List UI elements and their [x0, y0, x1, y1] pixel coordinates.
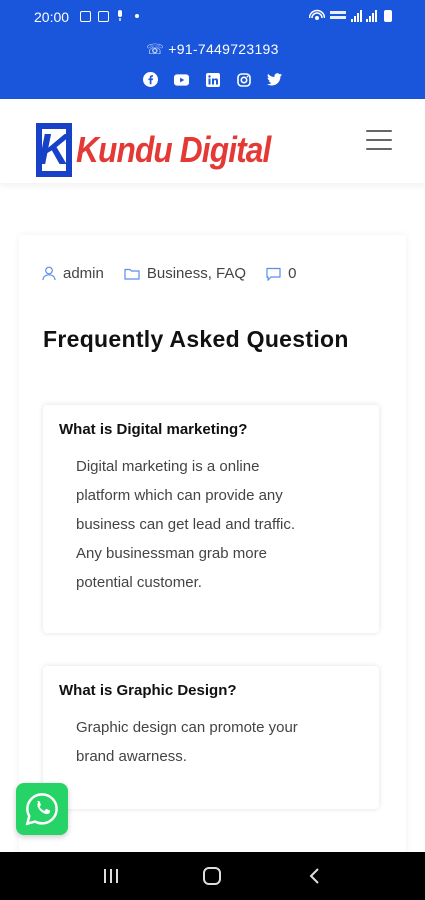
post-meta: admin Business, FAQ 0: [42, 265, 316, 282]
site-header: K Kundu Digital: [0, 99, 425, 183]
faq-answer-line: business can get lead and traffic.: [76, 516, 296, 533]
recent-apps-icon[interactable]: [99, 864, 123, 888]
page-title: Frequently Asked Question: [43, 326, 349, 352]
volte-icon: [330, 11, 346, 19]
home-icon[interactable]: [200, 864, 224, 888]
back-icon[interactable]: [302, 864, 326, 888]
gallery-notification-icon: [98, 10, 109, 22]
faq-answer-line: brand awarness.: [76, 748, 187, 765]
facebook-icon[interactable]: [143, 72, 158, 87]
instagram-icon[interactable]: [236, 72, 251, 87]
hotspot-icon: [309, 9, 325, 20]
signal-icon-2: [366, 10, 377, 22]
faq-question: What is Digital marketing?: [59, 421, 248, 438]
top-bar: 20:00 ☏ +91-7449723193: [0, 0, 425, 99]
post-author-name: admin: [63, 265, 104, 282]
status-bar: 20:00: [0, 0, 425, 34]
mic-icon: [118, 10, 122, 21]
phone-number[interactable]: ☏ +91-7449723193: [0, 41, 425, 58]
whatsapp-icon: [25, 793, 58, 826]
post-author[interactable]: admin: [42, 265, 104, 282]
logo-text: Kundu Digital: [76, 129, 271, 170]
youtube-icon[interactable]: [174, 72, 189, 87]
whatsapp-button[interactable]: [16, 783, 68, 835]
faq-answer-line: potential customer.: [76, 574, 202, 591]
faq-answer-line: platform which can provide any: [76, 487, 283, 504]
system-navigation-bar: [0, 852, 425, 900]
faq-answer: Digital marketing is a online platform w…: [43, 438, 379, 597]
twitter-icon[interactable]: [267, 72, 282, 87]
faq-item[interactable]: What is Graphic Design? Graphic design c…: [43, 666, 379, 809]
linkedin-icon[interactable]: [205, 72, 220, 87]
post-categories-text: Business, FAQ: [146, 265, 247, 282]
logo-letter: K: [38, 125, 70, 174]
signal-icon: [351, 10, 362, 22]
faq-answer: Graphic design can promote your brand aw…: [43, 699, 379, 771]
status-time: 20:00: [34, 9, 70, 25]
status-notification-icons: [80, 10, 139, 22]
battery-icon: [384, 10, 392, 22]
faq-question: What is Graphic Design?: [59, 682, 237, 699]
status-system-icons: [309, 9, 392, 22]
faq-answer-line: Any businessman grab more: [76, 545, 267, 562]
user-icon: [42, 266, 56, 281]
social-links: [0, 72, 425, 87]
more-notifications-icon: [135, 14, 139, 18]
site-logo[interactable]: K Kundu Digital: [36, 123, 297, 177]
faq-answer-line: Digital marketing is a online: [76, 458, 260, 475]
faq-answer-line: Graphic design can promote your: [76, 719, 298, 736]
faq-item[interactable]: What is Digital marketing? Digital marke…: [43, 405, 379, 633]
notification-icon: [80, 10, 91, 22]
post-comments-count: 0: [288, 265, 297, 282]
logo-mark: K: [36, 123, 72, 177]
post-categories[interactable]: Business, FAQ: [124, 265, 246, 282]
post-comments[interactable]: 0: [266, 265, 296, 282]
folder-icon: [124, 268, 140, 280]
comment-icon: [266, 267, 281, 281]
menu-icon[interactable]: [366, 130, 392, 150]
